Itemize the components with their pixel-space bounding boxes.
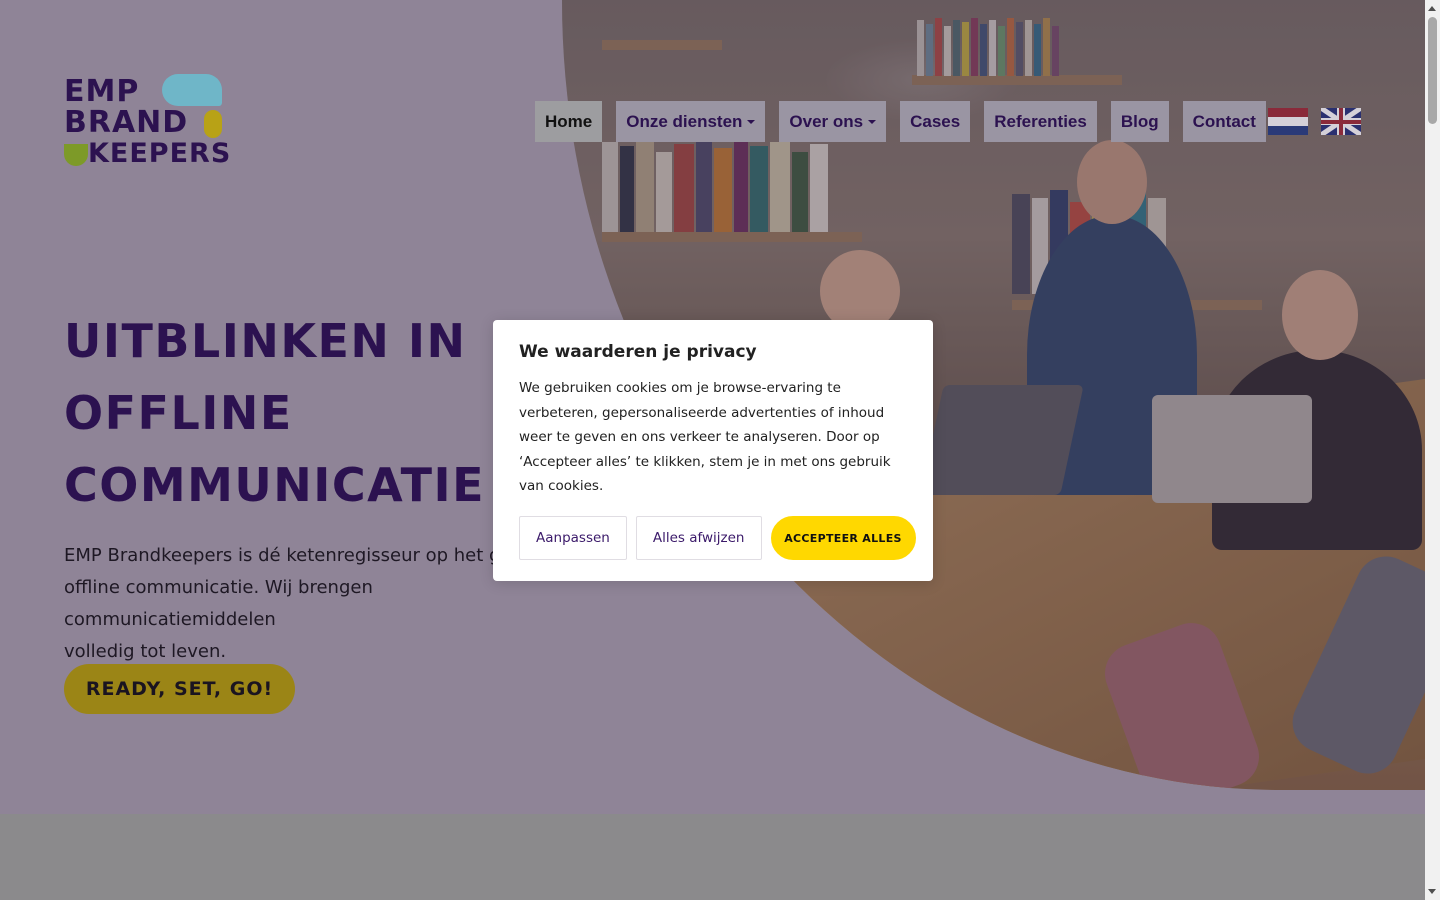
hero-intro-text: EMP Brandkeepers is dé ketenregisseur op… — [64, 540, 564, 668]
main-navigation: Home Onze diensten Over ons Cases Refere… — [535, 101, 1280, 142]
hero-headline: UITBLINKEN IN OFFLINE COMMUNICATIE — [64, 305, 544, 521]
headline-line: COMMUNICATIE — [64, 458, 486, 512]
next-section — [0, 814, 1425, 900]
nav-item-cases[interactable]: Cases — [900, 101, 971, 142]
logo-shape-blue — [162, 74, 222, 106]
nav-item-over-ons[interactable]: Over ons — [779, 101, 887, 142]
nl-flag-icon[interactable] — [1268, 108, 1308, 135]
cookie-dialog-title: We waarderen je privacy — [519, 342, 757, 362]
nav-item-label: Onze diensten — [626, 111, 743, 131]
logo-shape-green — [64, 144, 88, 166]
brand-logo[interactable]: EMP BRAND KEEPERS — [64, 74, 230, 169]
nav-item-blog[interactable]: Blog — [1110, 101, 1169, 142]
nav-item-label: Blog — [1120, 111, 1159, 131]
ready-set-go-button[interactable]: READY, SET, GO! — [64, 664, 295, 714]
cookie-consent-dialog: We waarderen je privacy We gebruiken coo… — [493, 320, 933, 581]
nav-item-label: Home — [545, 111, 593, 131]
cookie-dialog-actions: Aanpassen Alles afwijzen ACCEPTEER ALLES — [519, 516, 916, 560]
chevron-down-icon — [747, 119, 756, 124]
scrollbar-thumb[interactable] — [1428, 17, 1437, 124]
scroll-up-arrow-icon[interactable] — [1428, 6, 1436, 11]
nav-item-label: Cases — [910, 111, 961, 131]
logo-text-line3: KEEPERS — [88, 138, 232, 169]
uk-flag-icon[interactable] — [1321, 108, 1361, 135]
customize-cookies-button[interactable]: Aanpassen — [519, 516, 627, 560]
logo-text-line1: EMP — [64, 74, 140, 109]
chevron-down-icon — [868, 119, 877, 124]
headline-line: UITBLINKEN IN — [64, 314, 467, 368]
nav-item-referenties[interactable]: Referenties — [984, 101, 1097, 142]
scroll-down-arrow-icon[interactable] — [1428, 889, 1436, 894]
accept-all-cookies-button[interactable]: ACCEPTEER ALLES — [770, 516, 916, 560]
intro-line: offline communicatie. Wij brengen commun… — [64, 577, 373, 630]
nav-item-label: Contact — [1192, 111, 1256, 131]
logo-text-line2: BRAND — [64, 105, 189, 140]
cookie-dialog-text: We gebruiken cookies om je browse-ervari… — [519, 380, 891, 494]
intro-line: EMP Brandkeepers is dé ketenregisseur op… — [64, 545, 523, 566]
nav-item-label: Referenties — [994, 111, 1087, 131]
logo-shape-yellow — [204, 110, 222, 138]
nav-item-contact[interactable]: Contact — [1182, 101, 1266, 142]
page-scrollbar[interactable] — [1425, 0, 1440, 900]
nav-item-home[interactable]: Home — [535, 101, 603, 142]
headline-line: OFFLINE — [64, 386, 293, 440]
nav-item-label: Over ons — [789, 111, 864, 131]
nav-item-onze-diensten[interactable]: Onze diensten — [616, 101, 766, 142]
reject-all-cookies-button[interactable]: Alles afwijzen — [635, 516, 762, 560]
